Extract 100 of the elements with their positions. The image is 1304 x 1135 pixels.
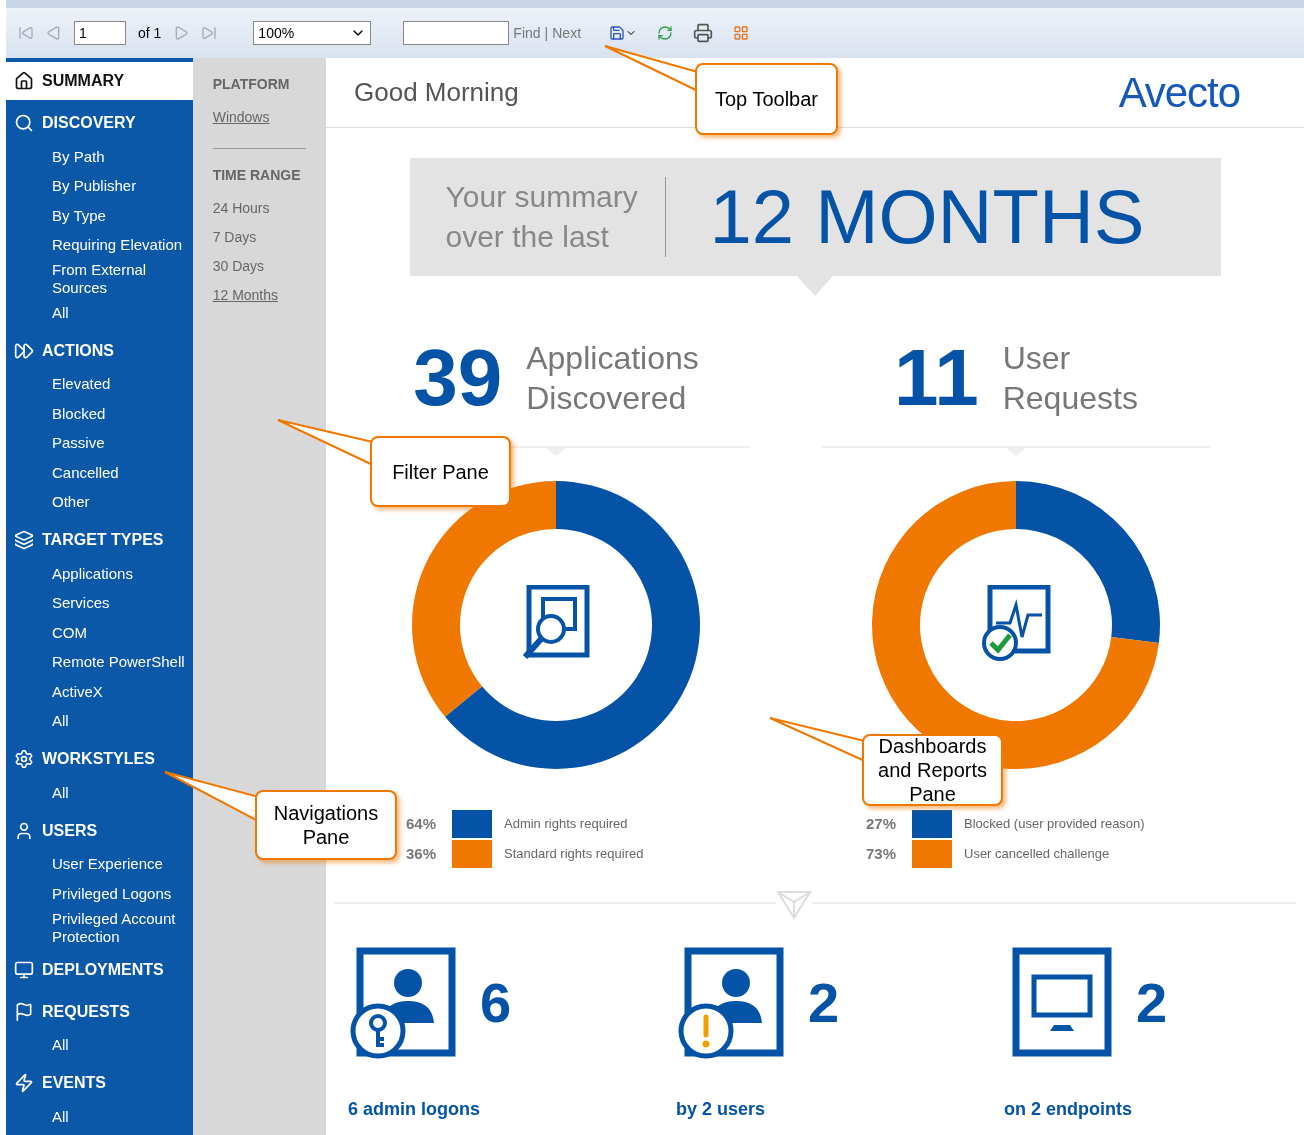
zoom-select[interactable]: 100%	[253, 21, 372, 45]
callout-text: Navigations Pane	[272, 801, 380, 849]
search-icon	[14, 113, 34, 133]
callout-text: Top Toolbar	[714, 87, 818, 111]
logo: Avecto	[1118, 68, 1240, 118]
nav-section[interactable]: SUMMARY	[6, 62, 193, 100]
nav-item[interactable]: Elevated	[6, 369, 193, 399]
nav-section[interactable]: WORKSTYLES	[6, 740, 193, 778]
nav-item[interactable]: User Experience	[6, 849, 193, 879]
user-icon	[14, 820, 34, 841]
nav-item[interactable]: Applications	[6, 559, 193, 589]
find-field[interactable]	[403, 21, 510, 45]
summary-period: 12 MONTHS	[709, 173, 1145, 261]
nav-section[interactable]: EVENTS	[6, 1064, 193, 1102]
filter-option[interactable]: 7 Days	[212, 223, 306, 252]
nav-item[interactable]: All	[6, 1102, 193, 1132]
next-page-icon[interactable]	[173, 25, 190, 41]
print-icon[interactable]	[693, 23, 714, 43]
flag-icon	[14, 1001, 34, 1022]
nav-item[interactable]: By Path	[6, 142, 193, 172]
monitor-icon	[14, 959, 34, 980]
fast-forward-icon	[14, 340, 34, 361]
layers-icon	[14, 530, 34, 550]
legend-percent: 64%	[406, 813, 438, 834]
nav-section-title: ACTIONS	[42, 340, 114, 361]
legend-label: Blocked (user provided reason)	[964, 815, 1145, 834]
legend-label: Admin rights required	[504, 815, 628, 834]
greeting: Good Morning	[354, 76, 519, 109]
filter-option[interactable]: 12 Months	[212, 281, 306, 310]
nav-item[interactable]: Services	[6, 588, 193, 618]
find-link[interactable]: Find	[513, 22, 541, 44]
nav-section-title: DEPLOYMENTS	[42, 959, 164, 980]
legend-percent: 27%	[866, 813, 898, 834]
layout-icon[interactable]	[733, 25, 750, 41]
user-key-icon	[348, 947, 456, 1059]
nav-item[interactable]: Blocked	[6, 399, 193, 429]
card-caption: on 2 endpoints	[1004, 1098, 1133, 1121]
filter-heading: PLATFORM	[212, 75, 291, 94]
summary-lead: Your summary over the last	[445, 177, 666, 257]
nav-item[interactable]: Passive	[6, 428, 193, 458]
separator-text: |	[544, 23, 549, 43]
card-caption: 6 admin logons	[348, 1098, 481, 1121]
save-icon	[609, 25, 626, 41]
nav-item[interactable]: Other	[6, 487, 193, 517]
stat-count: 39	[413, 332, 503, 424]
user-alert-icon	[676, 947, 784, 1059]
settings-icon	[14, 749, 34, 769]
filter-heading: TIME RANGE	[212, 166, 302, 185]
nav-item[interactable]: Privileged Account Protection	[6, 908, 193, 947]
nav-section[interactable]: TARGET TYPES	[6, 521, 193, 559]
nav-item[interactable]: Remote PowerShell	[6, 647, 193, 677]
page-count: of 1	[138, 23, 162, 43]
stat-label: Applications Discovered	[526, 339, 699, 418]
filter-option[interactable]: 24 Hours	[212, 194, 306, 223]
nav-item[interactable]: Cancelled	[6, 458, 193, 488]
nav-section-title: EVENTS	[42, 1073, 106, 1093]
legend-label: Standard rights required	[504, 845, 644, 864]
nav-item[interactable]: From External Sources	[6, 260, 193, 298]
last-page-icon[interactable]	[201, 25, 218, 41]
home-icon	[14, 71, 34, 91]
card-count: 2	[808, 970, 840, 1036]
nav-item[interactable]: All	[6, 1030, 193, 1060]
nav-section[interactable]: REQUESTS	[6, 992, 193, 1031]
nav-section-title: WORKSTYLES	[42, 749, 155, 769]
nav-section-title: REQUESTS	[42, 1001, 130, 1022]
refresh-icon[interactable]	[657, 25, 674, 41]
legend-percent: 36%	[406, 843, 438, 864]
nav-section[interactable]: DEPLOYMENTS	[6, 950, 193, 989]
legend-label: User cancelled challenge	[964, 845, 1110, 864]
nav-section-title: DISCOVERY	[42, 113, 136, 133]
nav-section[interactable]: DISCOVERY	[6, 104, 193, 142]
card-count: 6	[480, 970, 512, 1036]
page-field[interactable]: 1	[74, 21, 126, 45]
lightning-icon	[14, 1073, 34, 1093]
legend-percent: 73%	[866, 843, 898, 864]
nav-section-title: TARGET TYPES	[42, 530, 164, 550]
nav-item[interactable]: Requiring Elevation	[6, 230, 193, 260]
filter-option[interactable]: 30 Days	[212, 252, 306, 281]
first-page-icon[interactable]	[18, 25, 34, 41]
save-button[interactable]	[609, 25, 638, 41]
callout-text: Dashboards and Reports Pane	[877, 734, 988, 806]
nav-item[interactable]: All	[6, 298, 193, 328]
nav-item[interactable]: All	[6, 706, 193, 736]
nav-item[interactable]: By Publisher	[6, 171, 193, 201]
nav-item[interactable]: Privileged Logons	[6, 879, 193, 909]
callout-text: Filter Pane	[392, 459, 489, 484]
nav-section[interactable]: USERS	[6, 811, 193, 850]
nav-item[interactable]: COM	[6, 618, 193, 648]
nav-section-title: SUMMARY	[42, 71, 125, 91]
card-caption: by 2 users	[676, 1098, 767, 1121]
nav-section-title: USERS	[42, 820, 98, 841]
card-count: 2	[1136, 970, 1168, 1036]
stat-count: 11	[894, 332, 979, 424]
nav-section[interactable]: ACTIONS	[6, 331, 193, 370]
nav-item[interactable]: By Type	[6, 201, 193, 231]
next-link[interactable]: Next	[552, 22, 582, 44]
nav-item[interactable]: ActiveX	[6, 677, 193, 707]
previous-page-icon[interactable]	[46, 25, 62, 41]
filter-option[interactable]: Windows	[212, 103, 306, 132]
nav-item[interactable]: All	[6, 778, 193, 808]
